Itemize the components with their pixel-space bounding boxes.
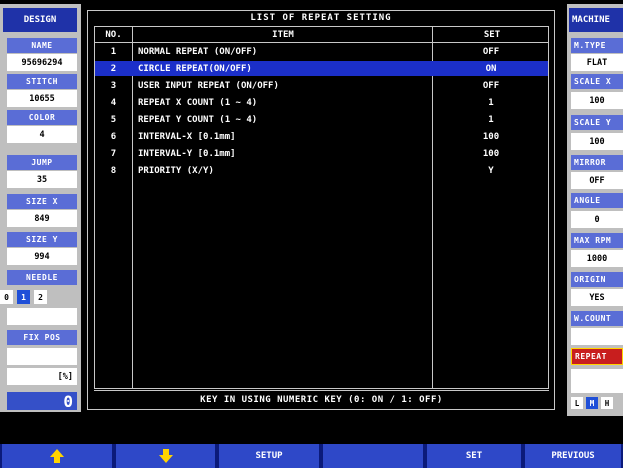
- header-divider: [95, 42, 548, 43]
- row-set-value: Y: [488, 165, 494, 176]
- table-row[interactable]: 6 INTERVAL-X [0.1mm] 100: [95, 129, 548, 144]
- table-row[interactable]: 4 REPEAT X COUNT (1 ~ 4) 1: [95, 95, 548, 110]
- row-set-value: 100: [482, 148, 500, 159]
- row-number: 7: [110, 148, 117, 159]
- origin-label: ORIGIN: [571, 272, 623, 287]
- fix-pos-label: FIX POS: [7, 330, 77, 345]
- page-title: LIST OF REPEAT SETTING: [250, 13, 392, 23]
- jump-label: JUMP: [7, 155, 77, 170]
- up-arrow-button[interactable]: [0, 444, 114, 468]
- max-rpm-value: 1000: [571, 250, 623, 267]
- table-row-selected[interactable]: 2 CIRCLE REPEAT(ON/OFF) ON: [95, 61, 548, 76]
- repeat-mode-badge: REPEAT: [571, 348, 623, 365]
- column-header-item: ITEM: [272, 29, 294, 40]
- angle-label: ANGLE: [571, 193, 623, 208]
- row-number: 1: [110, 46, 117, 57]
- down-arrow-icon: [158, 449, 173, 463]
- needle-option-2[interactable]: 2: [34, 290, 47, 304]
- fix-pos-value: [7, 348, 77, 365]
- row-number: 3: [110, 80, 117, 91]
- row-set-value: ON: [485, 63, 497, 74]
- machine-header: MACHINE: [569, 8, 623, 32]
- m-type-value: FLAT: [571, 54, 623, 71]
- row-item: INTERVAL-X [0.1mm]: [138, 131, 236, 142]
- color-label: COLOR: [7, 110, 77, 125]
- scale-y-value: 100: [571, 133, 623, 150]
- table-row[interactable]: 7 INTERVAL-Y [0.1mm] 100: [95, 146, 548, 161]
- max-rpm-label: MAX RPM: [571, 233, 623, 248]
- instruction-text: KEY IN USING NUMERIC KEY (0: ON / 1: OFF…: [200, 394, 443, 405]
- table-row[interactable]: 5 REPEAT Y COUNT (1 ~ 4) 1: [95, 112, 548, 127]
- row-item: INTERVAL-Y [0.1mm]: [138, 148, 236, 159]
- row-item: REPEAT Y COUNT (1 ~ 4): [138, 114, 258, 125]
- up-arrow-icon: [50, 449, 64, 463]
- color-value: 4: [7, 126, 77, 143]
- angle-value: 0: [571, 211, 623, 228]
- row-item: USER INPUT REPEAT (ON/OFF): [138, 80, 279, 91]
- origin-value: YES: [571, 289, 623, 306]
- row-item: PRIORITY (X/Y): [138, 165, 214, 176]
- scale-x-label: SCALE X: [571, 74, 623, 89]
- jump-value: 35: [7, 171, 77, 188]
- counter-display: 0: [7, 392, 77, 411]
- name-value: 95696294: [7, 54, 77, 71]
- size-option-m[interactable]: M: [586, 397, 598, 409]
- repeat-setting-table: NO. ITEM SET 1 NORMAL REPEAT (ON/OFF) OF…: [94, 26, 549, 389]
- table-row[interactable]: 1 NORMAL REPEAT (ON/OFF) OFF: [95, 44, 548, 59]
- design-header: DESIGN: [3, 8, 77, 32]
- size-y-value: 994: [7, 248, 77, 265]
- w-count-value: [571, 328, 623, 345]
- scale-x-value: 100: [571, 92, 623, 109]
- setup-button[interactable]: SETUP: [217, 444, 321, 468]
- needle-label: NEEDLE: [7, 270, 77, 285]
- size-y-label: SIZE Y: [7, 232, 77, 247]
- column-header-set: SET: [483, 29, 501, 40]
- row-set-value: 1: [488, 97, 494, 108]
- row-set-value: OFF: [482, 46, 500, 57]
- table-row[interactable]: 8 PRIORITY (X/Y) Y: [95, 163, 548, 178]
- row-number: 6: [110, 131, 117, 142]
- table-row[interactable]: 3 USER INPUT REPEAT (ON/OFF) OFF: [95, 78, 548, 93]
- size-x-value: 849: [7, 210, 77, 227]
- needle-blank-value: [7, 308, 77, 325]
- size-option-l[interactable]: L: [571, 397, 583, 409]
- row-item: REPEAT X COUNT (1 ~ 4): [138, 97, 258, 108]
- m-type-label: M.TYPE: [571, 38, 623, 53]
- blank-function-button[interactable]: [321, 444, 425, 468]
- mirror-value: OFF: [571, 172, 623, 189]
- needle-option-1[interactable]: 1: [17, 290, 30, 304]
- size-x-label: SIZE X: [7, 194, 77, 209]
- percent-label: [%]: [7, 368, 77, 385]
- scale-y-label: SCALE Y: [571, 115, 623, 130]
- row-set-value: 1: [488, 114, 494, 125]
- row-item: NORMAL REPEAT (ON/OFF): [138, 46, 258, 57]
- row-number: 5: [110, 114, 117, 125]
- column-header-no: NO.: [105, 29, 122, 40]
- row-number: 2: [110, 63, 117, 74]
- row-set-value: OFF: [482, 80, 500, 91]
- stitch-label: STITCH: [7, 74, 77, 89]
- down-arrow-button[interactable]: [114, 444, 217, 468]
- speed-selector[interactable]: L M H: [571, 397, 613, 409]
- needle-selector[interactable]: 0 1 2: [0, 290, 47, 304]
- row-number: 8: [110, 165, 117, 176]
- size-option-h[interactable]: H: [601, 397, 613, 409]
- set-button[interactable]: SET: [425, 444, 523, 468]
- row-number: 4: [110, 97, 117, 108]
- needle-option-0[interactable]: 0: [0, 290, 13, 304]
- mirror-label: MIRROR: [571, 155, 623, 170]
- mode-blank-value: [571, 369, 623, 393]
- repeat-setting-window: LIST OF REPEAT SETTING NO. ITEM SET 1 NO…: [87, 10, 555, 410]
- stitch-value: 10655: [7, 90, 77, 107]
- footer-divider: [94, 390, 549, 391]
- row-item: CIRCLE REPEAT(ON/OFF): [138, 63, 252, 74]
- name-label: NAME: [7, 38, 77, 53]
- w-count-label: W.COUNT: [571, 311, 623, 326]
- previous-button[interactable]: PREVIOUS: [523, 444, 623, 468]
- row-set-value: 100: [482, 131, 500, 142]
